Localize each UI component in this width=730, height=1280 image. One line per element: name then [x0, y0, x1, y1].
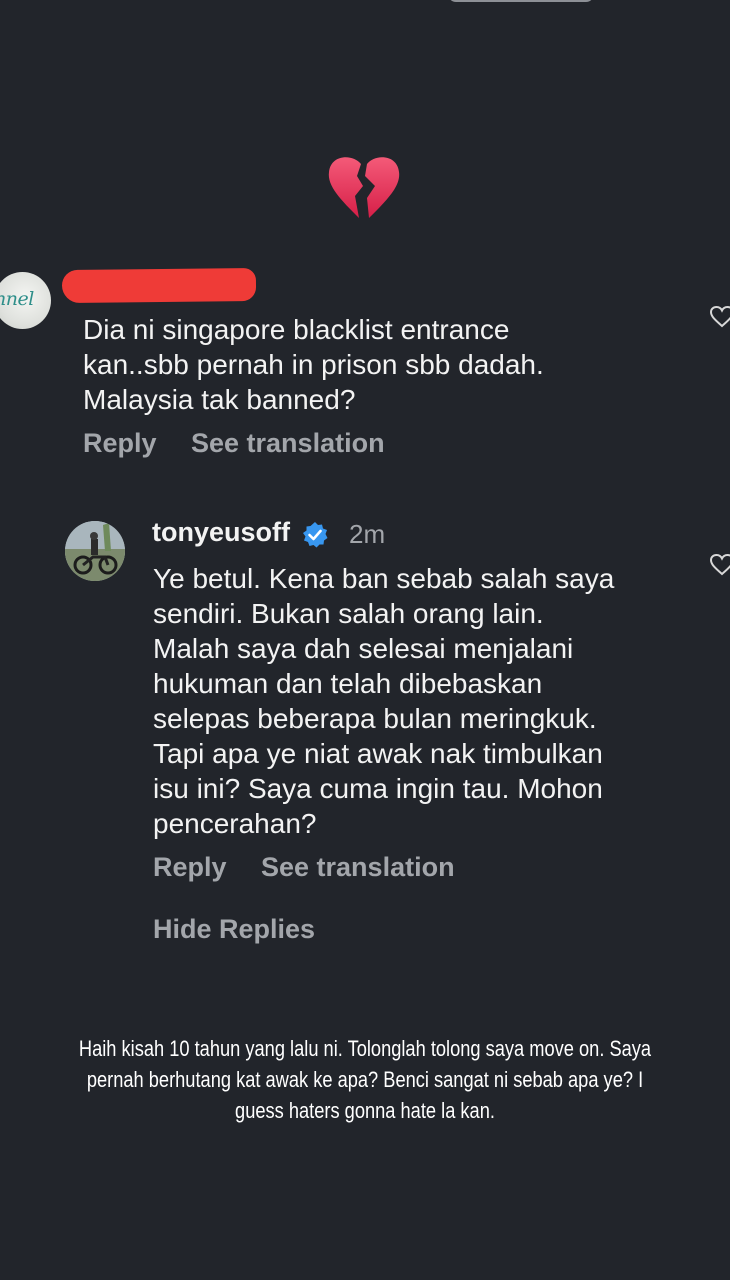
broken-heart-icon [328, 157, 400, 218]
see-translation-button[interactable]: See translation [261, 852, 455, 883]
reply-avatar[interactable] [65, 521, 125, 581]
see-translation-button[interactable]: See translation [191, 428, 385, 459]
comment-text: Dia ni singapore blacklist entrance kan.… [83, 314, 544, 415]
motorcycle-photo-icon [65, 521, 125, 581]
avatar-script-text: nnel [0, 288, 34, 310]
reply-button[interactable]: Reply [83, 428, 157, 459]
reply-text: Ye betul. Kena ban sebab salah saya send… [153, 563, 615, 839]
top-pill-outline [448, 0, 594, 2]
verified-badge-icon [303, 522, 328, 548]
hide-replies-button[interactable]: Hide Replies [153, 914, 315, 945]
heart-outline-icon[interactable] [710, 554, 730, 576]
heart-outline-icon[interactable] [710, 306, 730, 328]
redacted-username [61, 267, 257, 304]
reply-username[interactable]: tonyeusoff [152, 517, 290, 548]
commenter-avatar[interactable]: nnel [0, 272, 51, 329]
reply-timestamp: 2m [349, 519, 386, 549]
reply-button[interactable]: Reply [153, 852, 227, 883]
story-caption: Haih kisah 10 tahun yang lalu ni. Tolong… [78, 1036, 652, 1123]
